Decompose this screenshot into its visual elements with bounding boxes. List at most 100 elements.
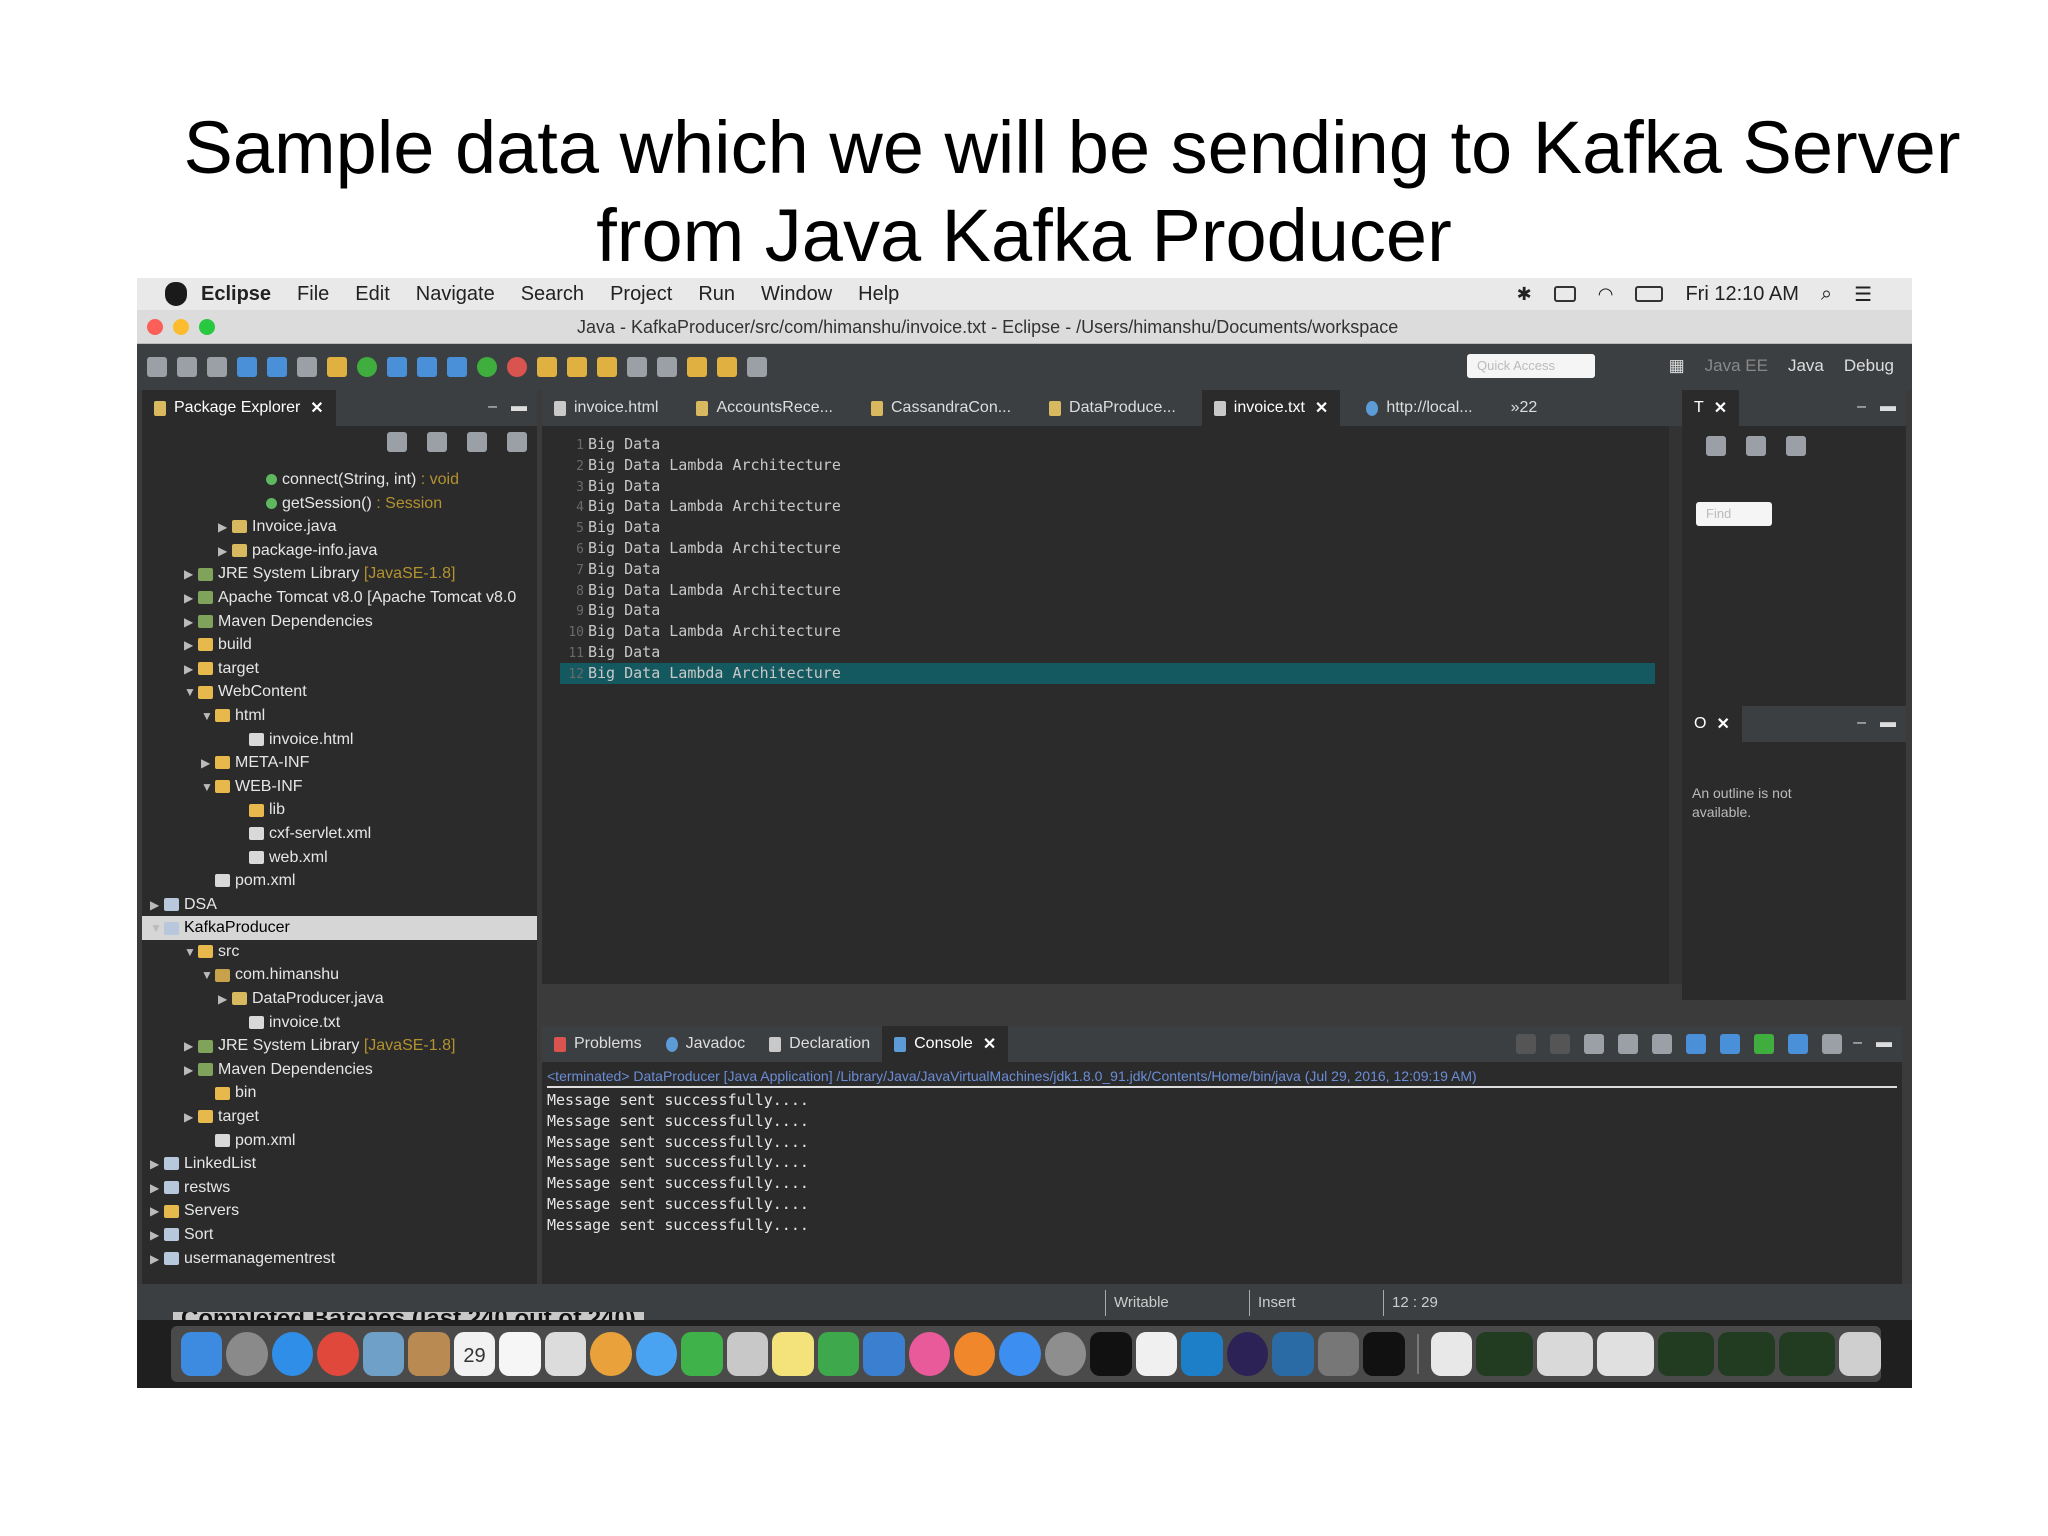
tree-item[interactable]: ▶ target xyxy=(142,657,537,681)
app-store-icon[interactable] xyxy=(999,1332,1041,1376)
chevron-right-icon[interactable]: ▶ xyxy=(218,988,232,1012)
menu-app-name[interactable]: Eclipse xyxy=(201,283,271,306)
tab-console[interactable]: Console ✕ xyxy=(882,1026,1009,1062)
tree-item[interactable]: pom.xml xyxy=(142,1129,537,1153)
tree-item[interactable]: getSession() : Session xyxy=(142,492,537,516)
minimize-window-button[interactable] xyxy=(173,318,189,335)
tree-item[interactable]: ▶ JRE System Library [JavaSE-1.8] xyxy=(142,1034,537,1058)
open-file-icon[interactable] xyxy=(627,357,647,377)
new-task-icon[interactable] xyxy=(1706,436,1726,456)
reminders-icon[interactable] xyxy=(544,1332,587,1376)
tree-item[interactable]: lib xyxy=(142,798,537,822)
tree-item[interactable]: bin xyxy=(142,1081,537,1105)
itunes-icon[interactable] xyxy=(908,1332,950,1376)
tab-package-explorer[interactable]: Package Explorer ✕ xyxy=(142,390,336,426)
chevron-down-icon[interactable]: ▼ xyxy=(201,964,215,988)
menu-window[interactable]: Window xyxy=(761,283,832,306)
chevron-right-icon[interactable]: ▶ xyxy=(184,1059,198,1083)
close-window-button[interactable] xyxy=(147,318,163,335)
tree-item[interactable]: ▶ Maven Dependencies xyxy=(142,1058,537,1082)
editor-tab-overflow[interactable]: »22 xyxy=(1499,390,1550,426)
quick-access-input[interactable]: Quick Access xyxy=(1467,354,1595,378)
tree-item[interactable]: ▼ WebContent xyxy=(142,680,537,704)
menu-file[interactable]: File xyxy=(297,283,329,306)
chevron-right-icon[interactable]: ▶ xyxy=(150,1177,164,1201)
remove-all-icon[interactable] xyxy=(1584,1034,1604,1054)
collapse-all-icon[interactable] xyxy=(387,432,407,452)
refresh-icon[interactable] xyxy=(357,357,377,377)
system-preferences-icon[interactable] xyxy=(1044,1332,1087,1376)
search-icon[interactable] xyxy=(297,357,317,377)
trash-icon[interactable] xyxy=(1839,1332,1881,1376)
documents-stack-icon[interactable] xyxy=(1430,1332,1473,1376)
filter-icon[interactable] xyxy=(1746,436,1766,456)
chevron-right-icon[interactable]: ▶ xyxy=(184,634,198,658)
menu-run[interactable]: Run xyxy=(698,283,735,306)
text-editor[interactable]: 1 Big Data 2 Big Data Lambda Architecture 3 B… xyxy=(560,434,1655,684)
show-stderr-icon[interactable] xyxy=(1720,1034,1740,1054)
last-edit-icon[interactable] xyxy=(717,357,737,377)
console-output[interactable]: Message sent successfully.... Message sen… xyxy=(547,1090,809,1236)
forward-icon[interactable] xyxy=(747,357,767,377)
chevron-right-icon[interactable]: ▶ xyxy=(184,563,198,587)
tree-item[interactable]: ▶ build xyxy=(142,633,537,657)
tree-item[interactable]: ▶ Servers xyxy=(142,1199,537,1223)
chrome-icon[interactable] xyxy=(317,1332,359,1376)
open-console-icon[interactable] xyxy=(1822,1034,1842,1054)
tab-task-list[interactable]: T ✕ xyxy=(1682,390,1740,426)
airplay-icon[interactable] xyxy=(1553,286,1576,302)
chevron-down-icon[interactable]: ▼ xyxy=(184,941,198,965)
pin-console-icon[interactable] xyxy=(1754,1034,1774,1054)
eclipse-icon[interactable] xyxy=(1226,1332,1269,1376)
tree-item[interactable]: invoice.html xyxy=(142,728,537,752)
open-perspective-icon[interactable]: ▦ xyxy=(1669,356,1685,376)
chevron-right-icon[interactable]: ▶ xyxy=(184,658,198,682)
photos-icon[interactable] xyxy=(590,1332,632,1376)
minimize-icon[interactable]: ‒ xyxy=(488,398,497,416)
minimize-icon[interactable]: ‒ xyxy=(1853,1034,1862,1052)
chevron-right-icon[interactable]: ▶ xyxy=(218,540,232,564)
tree-item[interactable]: ▼ html xyxy=(142,704,537,728)
terminal-icon[interactable] xyxy=(1363,1332,1405,1376)
scroll-lock-icon[interactable] xyxy=(1652,1034,1672,1054)
photo-booth-icon[interactable] xyxy=(726,1332,769,1376)
open-type-icon[interactable] xyxy=(387,357,407,377)
tree-item[interactable]: ▶ DataProducer.java xyxy=(142,987,537,1011)
save-icon[interactable] xyxy=(177,357,197,377)
tree-item[interactable]: ▼ src xyxy=(142,940,537,964)
virtualbox-icon[interactable] xyxy=(1272,1332,1314,1376)
launchpad-icon[interactable] xyxy=(226,1332,268,1376)
tree-item[interactable]: ▶ JRE System Library [JavaSE-1.8] xyxy=(142,562,537,586)
tree-item[interactable]: ▶ LinkedList xyxy=(142,1152,537,1176)
chevron-right-icon[interactable]: ▶ xyxy=(150,1224,164,1248)
annotation-icon[interactable] xyxy=(657,357,677,377)
minimize-icon[interactable]: ‒ xyxy=(1857,714,1866,732)
tree-item[interactable]: ▶ target xyxy=(142,1105,537,1129)
battery-icon[interactable] xyxy=(1635,286,1664,302)
pen-tool-icon[interactable] xyxy=(1317,1332,1360,1376)
perspective-java-ee[interactable]: Java EE xyxy=(1705,356,1768,376)
stickies-icon[interactable] xyxy=(772,1332,814,1376)
maximize-icon[interactable]: ▬ xyxy=(1876,1034,1892,1052)
minimized-window-3[interactable] xyxy=(1597,1332,1654,1376)
menu-navigate[interactable]: Navigate xyxy=(416,283,495,306)
editor-tab[interactable]: CassandraCon... xyxy=(859,390,1023,426)
new-icon[interactable] xyxy=(147,357,167,377)
back-icon[interactable] xyxy=(687,357,707,377)
chevron-right-icon[interactable]: ▶ xyxy=(150,1248,164,1272)
chevron-down-icon[interactable]: ▼ xyxy=(150,917,164,941)
tree-item[interactable]: pom.xml xyxy=(142,869,537,893)
close-icon[interactable]: ✕ xyxy=(310,398,323,418)
link-with-editor-icon[interactable] xyxy=(427,432,447,452)
notification-center-icon[interactable]: ☰ xyxy=(1854,282,1872,307)
tab-declaration[interactable]: Declaration xyxy=(757,1026,882,1062)
editor-tab[interactable]: AccountsRece... xyxy=(684,390,845,426)
editor-tab[interactable]: http://local... xyxy=(1354,390,1484,426)
minimized-window-4[interactable] xyxy=(1657,1332,1715,1376)
save-all-icon[interactable] xyxy=(207,357,227,377)
intellij-icon[interactable] xyxy=(1090,1332,1132,1376)
editor-scrollbar[interactable] xyxy=(1669,426,1683,984)
menu-edit[interactable]: Edit xyxy=(355,283,389,306)
chevron-down-icon[interactable]: ▼ xyxy=(201,776,215,800)
tree-item[interactable]: cxf-servlet.xml xyxy=(142,822,537,846)
